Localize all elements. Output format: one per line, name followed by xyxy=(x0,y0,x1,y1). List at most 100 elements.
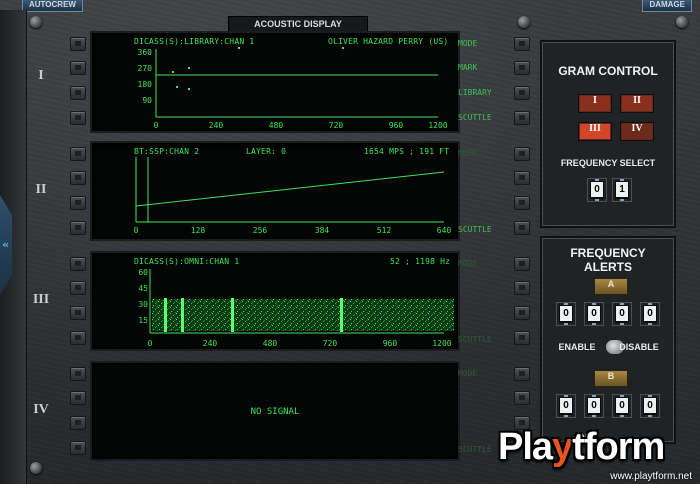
screen1-y-tick: 360 xyxy=(138,48,153,57)
screen2-button-1[interactable] xyxy=(70,147,86,161)
screen3-mode-button[interactable] xyxy=(514,257,530,271)
row-label-1: I xyxy=(38,68,44,83)
screen1-mark xyxy=(188,67,190,69)
screen1-x-tick: 240 xyxy=(209,121,224,130)
screen3-button-4[interactable] xyxy=(70,331,86,345)
screen3-x-tick: 240 xyxy=(203,339,218,348)
screen4-button-4[interactable] xyxy=(70,441,86,455)
gram-button-4[interactable]: IV xyxy=(620,122,654,141)
screen2-button-r2[interactable] xyxy=(514,171,530,185)
alert-a-digit-1[interactable]: 0 xyxy=(556,302,576,326)
alert-a-digit-3[interactable]: 0 xyxy=(612,302,632,326)
gram-button-3[interactable]: III xyxy=(578,122,612,141)
gram-button-2[interactable]: II xyxy=(620,94,654,113)
screen-omni-gram[interactable]: DICASS(S):OMNI:CHAN 1 52 ; 1198 Hz 60 45… xyxy=(90,251,460,351)
alert-b-digit-4[interactable]: 0 xyxy=(640,394,660,418)
screen3-x-tick: 720 xyxy=(323,339,338,348)
no-signal-message: NO SIGNAL xyxy=(250,407,300,417)
screen1-x-tick: 1200 xyxy=(428,121,447,130)
screen3-tonal-line xyxy=(340,298,343,332)
screen3-x-tick: 0 xyxy=(148,339,153,348)
frequency-select-label: FREQUENCY SELECT xyxy=(560,158,656,168)
screen3-button-3[interactable] xyxy=(70,306,86,320)
frequency-alerts-title-1: FREQUENCY xyxy=(570,246,646,260)
screen4-mode-button[interactable] xyxy=(514,367,530,381)
screen1-button-3[interactable] xyxy=(70,86,86,100)
playtform-watermark-logo: Playtform www.playtform.net xyxy=(494,426,698,484)
screen1-scuttle-button[interactable] xyxy=(514,111,530,125)
alert-b-digit-1[interactable]: 0 xyxy=(556,394,576,418)
alert-b-digit-2[interactable]: 0 xyxy=(584,394,604,418)
screen1-mark xyxy=(188,88,190,90)
screen4-button-1[interactable] xyxy=(70,367,86,381)
screen2-profile-line xyxy=(135,171,445,207)
screen1-mark xyxy=(342,47,344,49)
row-label-4: IV xyxy=(33,402,49,417)
screen3-y-tick: 30 xyxy=(138,300,148,309)
alert-b-digit-3[interactable]: 0 xyxy=(612,394,632,418)
screen3-tonal-line xyxy=(181,298,184,332)
screen3-x-tick: 1200 xyxy=(432,339,451,348)
frequency-alerts-panel: FREQUENCY ALERTS A 0 0 0 0 ENABLE DISABL… xyxy=(540,236,676,444)
screen2-mode-label: MODE xyxy=(458,149,478,158)
screen3-y-tick: 15 xyxy=(138,316,148,325)
damage-tab[interactable]: DAMAGE xyxy=(642,0,692,12)
screen3-button-2[interactable] xyxy=(70,281,86,295)
screen1-y-tick: 270 xyxy=(138,64,153,73)
screen1-x-tick: 480 xyxy=(269,121,284,130)
screen2-x-tick: 256 xyxy=(253,226,268,235)
screen-library[interactable]: DICASS(S):LIBRARY:CHAN 1 OLIVER HAZARD P… xyxy=(90,31,460,133)
alert-a-digit-2[interactable]: 0 xyxy=(584,302,604,326)
screen-empty[interactable]: NO SIGNAL xyxy=(90,361,460,461)
frequency-select-digit-2[interactable]: 1 xyxy=(612,178,632,202)
screen3-button-1[interactable] xyxy=(70,257,86,271)
screen1-button-2[interactable] xyxy=(70,61,86,75)
screen4-button-2[interactable] xyxy=(70,391,86,405)
screen4-button-r2[interactable] xyxy=(514,391,530,405)
screen2-button-2[interactable] xyxy=(70,171,86,185)
screen-bathythermograph[interactable]: BT:SSP:CHAN 2 LAYER: 0 1654 MPS ; 191 FT… xyxy=(90,141,460,241)
screen1-mark xyxy=(172,71,174,73)
autocrew-tab[interactable]: AUTOCREW xyxy=(22,0,83,12)
screen2-button-4[interactable] xyxy=(70,221,86,235)
gram-button-1[interactable]: I xyxy=(578,94,612,113)
rivet-icon xyxy=(518,16,530,28)
frequency-select-digit-1[interactable]: 0 xyxy=(587,178,607,202)
screen2-mode-button[interactable] xyxy=(514,147,530,161)
screen2-button-3[interactable] xyxy=(70,196,86,210)
screen2-scuttle-button[interactable] xyxy=(514,221,530,235)
screen2-button-r3[interactable] xyxy=(514,196,530,210)
rivet-icon xyxy=(676,16,688,28)
screen3-button-r2[interactable] xyxy=(514,281,530,295)
frequency-alerts-title-2: ALERTS xyxy=(584,260,632,274)
screen4-button-3[interactable] xyxy=(70,416,86,430)
rivet-icon xyxy=(30,462,42,474)
alert-a-badge: A xyxy=(594,278,628,295)
screen1-button-4[interactable] xyxy=(70,111,86,125)
screen1-mode-label: MODE xyxy=(458,39,478,48)
screen1-x-tick: 0 xyxy=(154,121,159,130)
screen2-scuttle-label: SCUTTLE xyxy=(458,225,492,234)
double-chevron-left-icon[interactable]: « xyxy=(2,238,9,251)
screen1-button-1[interactable] xyxy=(70,37,86,51)
playtform-logo-wordmark: Playtform xyxy=(498,426,665,468)
screen1-mark-button[interactable] xyxy=(514,61,530,75)
disable-label: DISABLE xyxy=(619,342,659,352)
screen1-y-tick: 90 xyxy=(142,96,152,105)
screen1-mode-button[interactable] xyxy=(514,37,530,51)
row-label-2: II xyxy=(35,182,47,197)
screen3-button-r3[interactable] xyxy=(514,306,530,320)
screen1-scuttle-label: SCUTTLE xyxy=(458,113,492,122)
screen4-scuttle-label: SCUTTLE xyxy=(458,445,492,454)
screen3-y-tick: 45 xyxy=(138,284,148,293)
screen1-mark xyxy=(238,47,240,49)
watermark-url: www.playtform.net xyxy=(610,471,692,482)
screen1-library-button[interactable] xyxy=(514,86,530,100)
screen3-tonal-line xyxy=(164,298,167,332)
acoustic-display-title: ACOUSTIC DISPLAY xyxy=(228,16,368,32)
alert-a-digit-4[interactable]: 0 xyxy=(640,302,660,326)
screen1-mark xyxy=(176,86,178,88)
gram-control-title: GRAM CONTROL xyxy=(558,64,658,78)
screen1-x-tick: 720 xyxy=(329,121,344,130)
screen1-x-tick: 960 xyxy=(389,121,404,130)
